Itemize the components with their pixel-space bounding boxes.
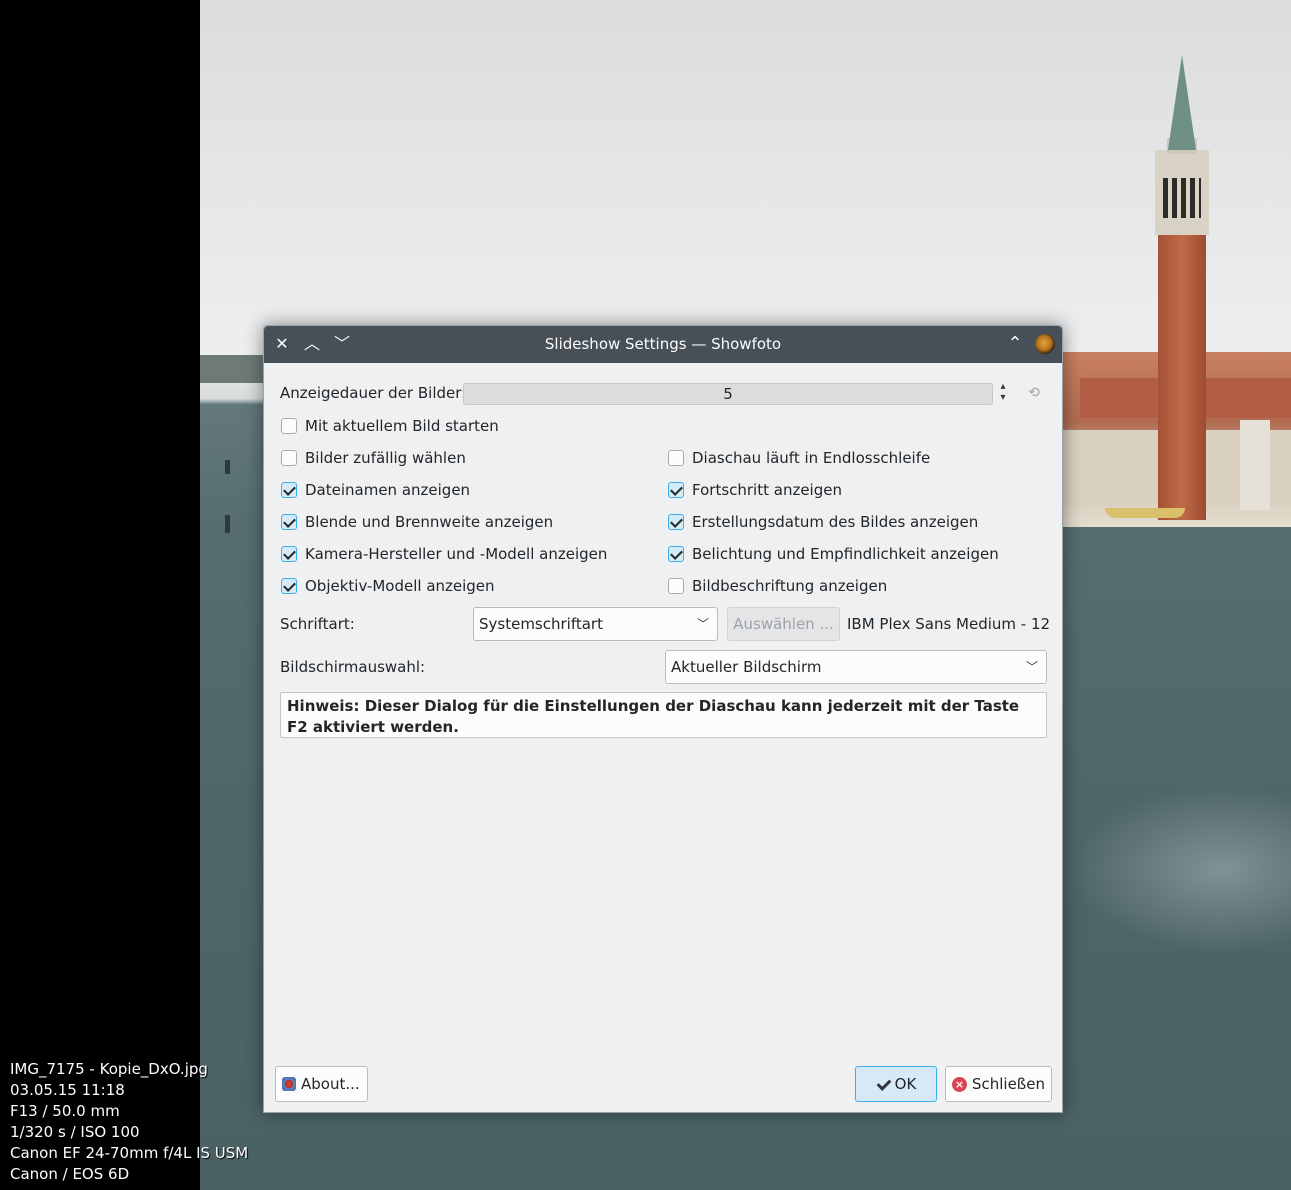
checkbox-label: Kamera-Hersteller und -Modell anzeigen [305,545,608,563]
bell-tower [1158,230,1206,520]
checkbox-box[interactable] [281,578,297,594]
checkbox-label: Dateinamen anzeigen [305,481,471,499]
checkbox-label: Diaschau läuft in Endlosschleife [692,449,931,467]
close-button[interactable]: × Schließen [945,1066,1052,1102]
delay-label: Anzeigedauer der Bilder: [280,384,467,402]
water-post [225,460,230,474]
checkbox-label: Objektiv-Modell anzeigen [305,577,495,595]
checkbox-box[interactable] [281,482,297,498]
black-side-panel [0,0,200,1190]
hint-box: Hinweis: Dieser Dialog für die Einstellu… [280,692,1047,738]
boat [1105,508,1185,518]
checkbox-show-filenames[interactable]: Dateinamen anzeigen [281,479,470,501]
overlay-camera: Canon / EOS 6D [10,1165,130,1183]
slideshow-settings-dialog: ✕ ︿ ﹀ Slideshow Settings — Showfoto ⌃ An… [263,325,1063,1113]
checkbox-show-lens[interactable]: Objektiv-Modell anzeigen [281,575,495,597]
water-waves [1060,780,1291,960]
bell-tower-spire [1168,55,1196,150]
checkbox-show-date[interactable]: Erstellungsdatum des Bildes anzeigen [668,511,978,533]
distant-shore-left [200,355,270,383]
bell-tower-belfry [1155,150,1209,235]
chevron-down-icon: ﹀ [1025,660,1038,674]
checkbox-box[interactable] [668,578,684,594]
about-icon [282,1077,296,1091]
overlay-exposure-iso: 1/320 s / ISO 100 [10,1123,140,1141]
screen-combo[interactable]: Aktueller Bildschirm ﹀ [665,650,1047,684]
overlay-aperture-focal: F13 / 50.0 mm [10,1102,120,1120]
window-title: Slideshow Settings — Showfoto [544,335,782,353]
font-combo-value: Systemschriftart [479,615,603,633]
screen-combo-value: Aktueller Bildschirm [671,658,822,676]
current-font-name: IBM Plex Sans Medium - 12 [847,615,1051,633]
about-button[interactable]: About... [275,1066,368,1102]
checkbox-box[interactable] [668,482,684,498]
spin-arrows-icon[interactable]: ▴ ▾ [995,381,1011,405]
checkbox-start-current[interactable]: Mit aktuellem Bild starten [281,415,499,437]
delay-spinbox[interactable]: 5 [463,383,993,405]
lighthouse [1240,420,1270,510]
checkbox-box[interactable] [668,546,684,562]
font-combo[interactable]: Systemschriftart ﹀ [473,607,718,641]
checkbox-shuffle[interactable]: Bilder zufällig wählen [281,447,466,469]
checkbox-label: Bilder zufällig wählen [305,449,466,467]
checkmark-icon [876,1077,890,1091]
checkbox-label: Blende und Brennweite anzeigen [305,513,554,531]
about-button-label: About... [301,1075,360,1093]
checkbox-box[interactable] [281,418,297,434]
photo-info-overlay: IMG_7175 - Kopie_DxO.jpg 03.05.15 11:18 … [10,1059,248,1185]
checkbox-loop[interactable]: Diaschau läuft in Endlosschleife [668,447,930,469]
checkbox-label: Belichtung und Empfindlichkeit anzeigen [692,545,999,563]
checkbox-box[interactable] [668,450,684,466]
checkbox-show-camera[interactable]: Kamera-Hersteller und -Modell anzeigen [281,543,607,565]
checkbox-box[interactable] [281,546,297,562]
close-circle-icon: × [952,1076,967,1092]
choose-font-button[interactable]: Auswählen ... [727,607,840,641]
checkbox-show-aperture[interactable]: Blende und Brennweite anzeigen [281,511,553,533]
checkbox-label: Fortschritt anzeigen [692,481,842,499]
checkbox-show-exposure[interactable]: Belichtung und Empfindlichkeit anzeigen [668,543,999,565]
close-button-label: Schließen [971,1075,1045,1093]
checkbox-show-caption[interactable]: Bildbeschriftung anzeigen [668,575,887,597]
ok-button[interactable]: OK [855,1066,937,1102]
showfoto-app-icon[interactable] [1035,334,1055,354]
checkbox-label: Bildbeschriftung anzeigen [692,577,888,595]
checkbox-box[interactable] [281,450,297,466]
ok-button-label: OK [894,1075,917,1093]
keep-above-icon[interactable]: ⌃ [1004,333,1026,355]
checkbox-box[interactable] [281,514,297,530]
reset-icon[interactable]: ⟲ [1024,383,1044,403]
screen-label: Bildschirmauswahl: [280,658,426,676]
chevron-down-icon: ﹀ [696,617,709,631]
checkbox-label: Erstellungsdatum des Bildes anzeigen [692,513,979,531]
checkbox-show-progress[interactable]: Fortschritt anzeigen [668,479,842,501]
window-titlebar[interactable]: ✕ ︿ ﹀ Slideshow Settings — Showfoto ⌃ [264,326,1062,363]
overlay-lens: Canon EF 24-70mm f/4L IS USM [10,1144,249,1162]
checkbox-label: Mit aktuellem Bild starten [305,417,499,435]
checkbox-box[interactable] [668,514,684,530]
overlay-date: 03.05.15 11:18 [10,1081,125,1099]
font-label: Schriftart: [280,615,355,633]
water-post [225,515,230,533]
overlay-filename: IMG_7175 - Kopie_DxO.jpg [10,1060,208,1078]
